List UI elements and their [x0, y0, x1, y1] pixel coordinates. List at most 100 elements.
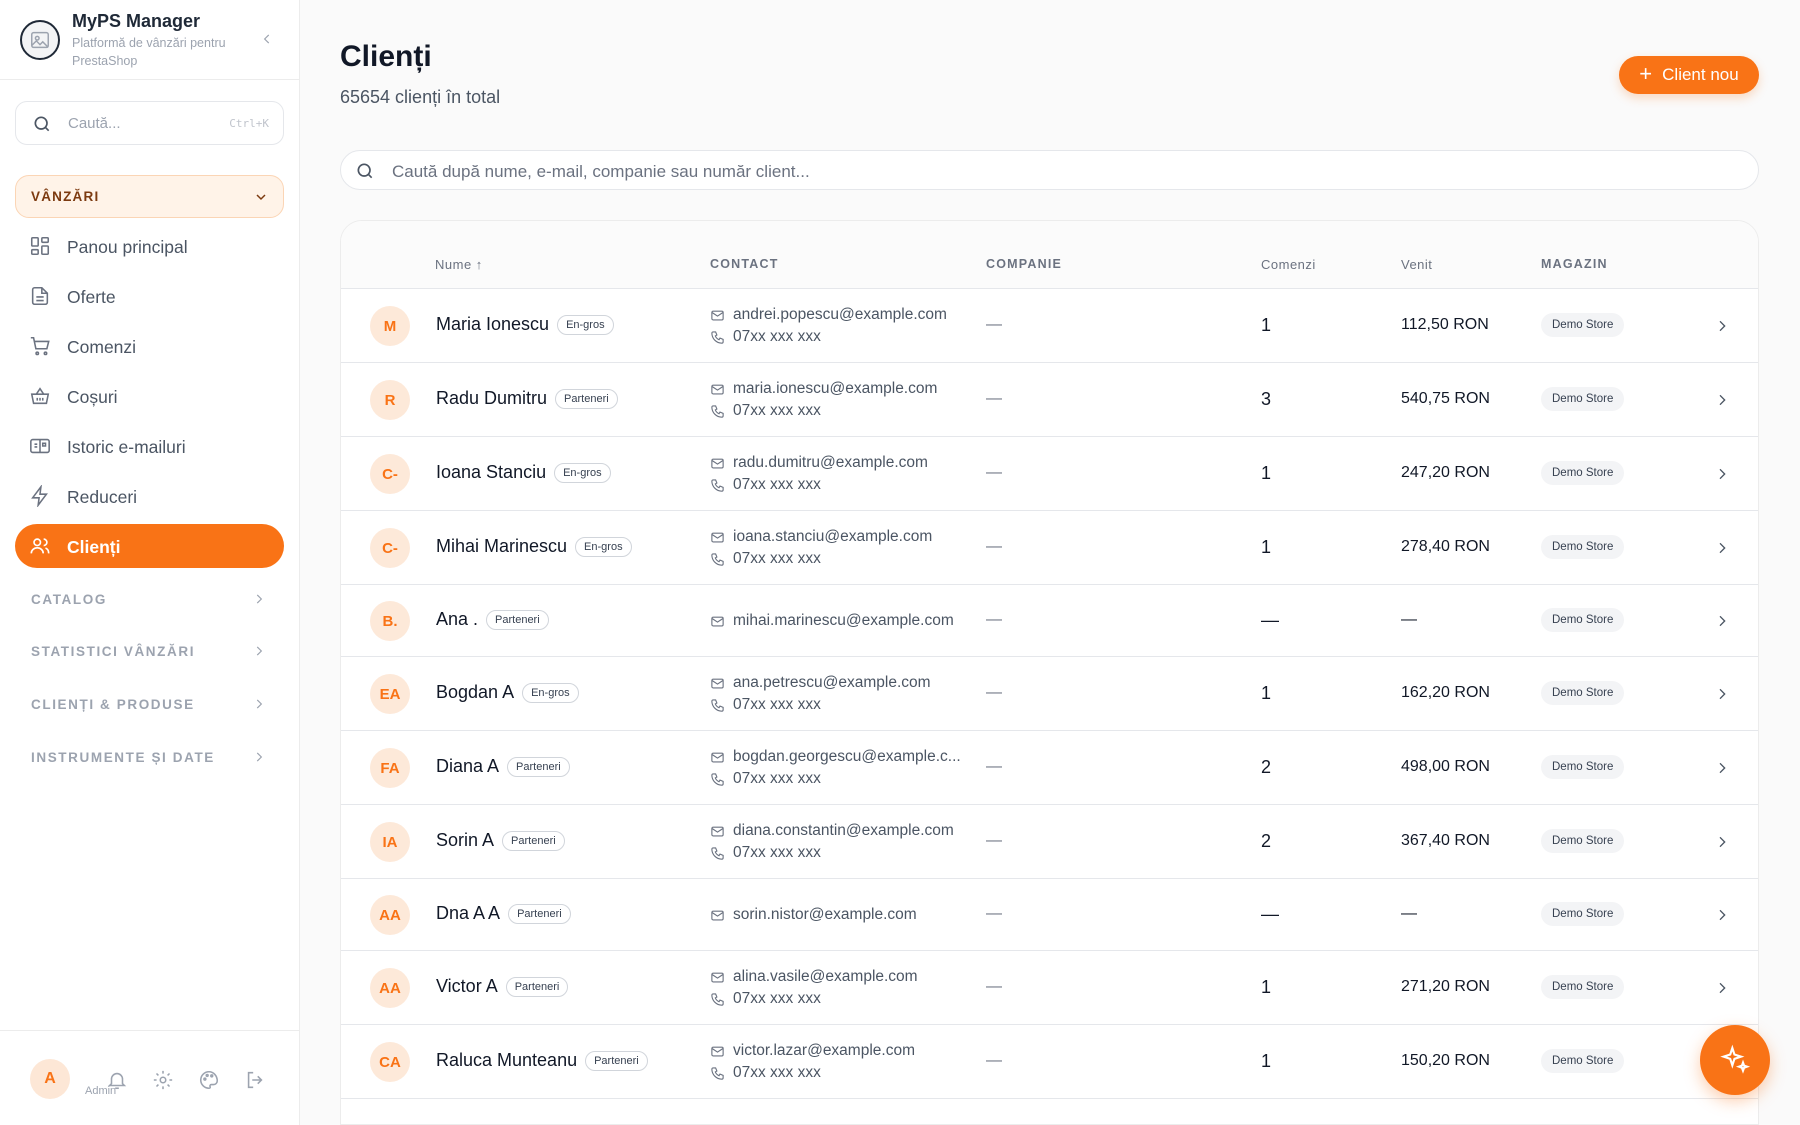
- phone-line[interactable]: 07xx xxx xxx: [710, 988, 918, 1010]
- client-search-input[interactable]: Caută după nume, e-mail, companie sau nu…: [340, 150, 1759, 190]
- dashboard-icon: [30, 236, 50, 256]
- table-row[interactable]: CA Raluca Munteanu Parteneri victor.lazar@e…: [341, 1025, 1758, 1099]
- collapse-sidebar-button[interactable]: [256, 28, 278, 50]
- email-line[interactable]: sorin.nistor@example.com: [710, 904, 917, 926]
- client-name-cell[interactable]: Mihai Marinescu En-gros: [436, 536, 632, 557]
- new-client-button[interactable]: + Client nou: [1619, 56, 1759, 94]
- section-catalog[interactable]: CATALOG: [15, 580, 284, 620]
- client-name-cell[interactable]: Ana . Parteneri: [436, 609, 549, 630]
- email-line[interactable]: maria.ionescu@example.com: [710, 378, 937, 400]
- client-name-cell[interactable]: Radu Dumitru Parteneri: [436, 388, 618, 409]
- sidebar-item-panou-principal[interactable]: Panou principal: [15, 224, 284, 268]
- table-row[interactable]: M Maria Ionescu En-gros andrei.popescu@exam…: [341, 289, 1758, 363]
- phone-line[interactable]: 07xx xxx xxx: [710, 842, 954, 864]
- sidebar-item-cosuri[interactable]: Coșuri: [15, 374, 284, 418]
- column-header-revenue[interactable]: Venit: [1401, 257, 1432, 272]
- sidebar-search-input[interactable]: Caută... Ctrl+K: [15, 101, 284, 145]
- email-line[interactable]: radu.dumitru@example.com: [710, 452, 928, 474]
- table-row[interactable]: EA Bogdan A En-gros ana.petrescu@example.co…: [341, 657, 1758, 731]
- chevron-right-icon[interactable]: [1714, 686, 1730, 702]
- chevron-right-icon[interactable]: [1714, 613, 1730, 629]
- client-group-tag: Parteneri: [507, 756, 570, 777]
- ai-assistant-button[interactable]: [1700, 1025, 1770, 1095]
- phone-line[interactable]: 07xx xxx xxx: [710, 548, 932, 570]
- table-row[interactable]: FA Diana A Parteneri bogdan.georgescu@examp…: [341, 731, 1758, 805]
- client-company: —: [986, 832, 1002, 849]
- logout-icon[interactable]: [244, 1069, 266, 1091]
- client-avatar: M: [370, 306, 410, 346]
- email-line[interactable]: alina.vasile@example.com: [710, 966, 918, 988]
- email-line[interactable]: ana.petrescu@example.com: [710, 672, 931, 694]
- phone-line[interactable]: 07xx xxx xxx: [710, 474, 928, 496]
- phone-line[interactable]: 07xx xxx xxx: [710, 326, 947, 348]
- chevron-right-icon[interactable]: [1714, 540, 1730, 556]
- phone-line[interactable]: 07xx xxx xxx: [710, 400, 937, 422]
- phone-line[interactable]: 07xx xxx xxx: [710, 694, 931, 716]
- client-name-cell[interactable]: Ioana Stanciu En-gros: [436, 462, 611, 483]
- client-name-cell[interactable]: Raluca Munteanu Parteneri: [436, 1050, 648, 1071]
- client-revenue: 247,20 RON: [1401, 464, 1490, 481]
- section-vanzari[interactable]: VÂNZĂRI: [15, 175, 284, 218]
- email-line[interactable]: andrei.popescu@example.com: [710, 304, 947, 326]
- table-row[interactable]: B. Ana . Parteneri mihai.marinescu@example.…: [341, 585, 1758, 657]
- chevron-right-icon[interactable]: [1714, 392, 1730, 408]
- email-line[interactable]: bogdan.georgescu@example.c...: [710, 746, 961, 768]
- chevron-right-icon[interactable]: [1714, 834, 1730, 850]
- client-name-cell[interactable]: Sorin A Parteneri: [436, 830, 565, 851]
- client-group-tag: Parteneri: [505, 976, 569, 997]
- table-row[interactable]: AA Victor A Parteneri alina.vasile@example.…: [341, 951, 1758, 1025]
- chevron-right-icon[interactable]: [1714, 760, 1730, 776]
- column-header-orders[interactable]: Comenzi: [1261, 257, 1316, 272]
- email-line[interactable]: victor.lazar@example.com: [710, 1040, 915, 1062]
- email-line[interactable]: diana.constantin@example.com: [710, 820, 954, 842]
- email-line[interactable]: ioana.stanciu@example.com: [710, 526, 932, 548]
- palette-icon[interactable]: [198, 1069, 220, 1091]
- client-revenue: 150,20 RON: [1401, 1052, 1490, 1069]
- client-group-tag: Parteneri: [502, 830, 565, 851]
- sidebar-item-label: Oferte: [67, 287, 116, 307]
- chevron-left-icon: [263, 34, 270, 44]
- table-row[interactable]: AA Dna A A Parteneri sorin.nistor@example.c…: [341, 879, 1758, 951]
- chevron-right-icon[interactable]: [1714, 907, 1730, 923]
- sidebar-item-label: Comenzi: [67, 337, 137, 357]
- sidebar-item-clienti[interactable]: Clienți: [15, 524, 284, 568]
- sidebar-item-istoric-emailuri[interactable]: Istoric e-mailuri: [15, 424, 284, 468]
- table-row[interactable]: C- Ioana Stanciu En-gros radu.dumitru@examp…: [341, 437, 1758, 511]
- chevron-right-icon: [256, 594, 263, 604]
- page-subtitle: 65654 clienți în total: [340, 87, 501, 107]
- column-header-name[interactable]: Nume ↑: [435, 257, 483, 272]
- table-row[interactable]: IA Sorin A Parteneri diana.constantin@examp…: [341, 805, 1758, 879]
- mail-icon: [711, 458, 724, 468]
- chevron-right-icon[interactable]: [1714, 980, 1730, 996]
- section-instrumente-date[interactable]: INSTRUMENTE ȘI DATE: [15, 738, 284, 778]
- client-orders: 1: [1261, 683, 1272, 703]
- client-name-cell[interactable]: Maria Ionescu En-gros: [436, 314, 614, 335]
- phone-line[interactable]: 07xx xxx xxx: [710, 1062, 915, 1084]
- section-statistici-vanzari[interactable]: STATISTICI VÂNZĂRI: [15, 632, 284, 672]
- search-shortcut: Ctrl+K: [229, 117, 269, 130]
- client-name-cell[interactable]: Diana A Parteneri: [436, 756, 570, 777]
- client-name-cell[interactable]: Dna A A Parteneri: [436, 903, 571, 924]
- sidebar-item-comenzi[interactable]: Comenzi: [15, 324, 284, 368]
- client-group-tag: En-gros: [575, 536, 632, 557]
- client-name-cell[interactable]: Victor A Parteneri: [436, 976, 569, 997]
- gear-icon[interactable]: [152, 1069, 174, 1091]
- contact-cell: maria.ionescu@example.com 07xx xxx xxx: [710, 378, 937, 422]
- client-avatar: C-: [370, 454, 410, 494]
- section-label: STATISTICI VÂNZĂRI: [31, 644, 196, 659]
- sidebar-item-reduceri[interactable]: Reduceri: [15, 474, 284, 518]
- user-avatar[interactable]: A: [30, 1059, 70, 1099]
- chevron-right-icon[interactable]: [1714, 318, 1730, 334]
- phone-line[interactable]: 07xx xxx xxx: [710, 768, 961, 790]
- chevron-right-icon[interactable]: [1714, 466, 1730, 482]
- clients-table: Nume ↑ CONTACT COMPANIE Comenzi Venit MA…: [340, 220, 1759, 1125]
- section-clienti-produse[interactable]: CLIENȚI & PRODUSE: [15, 685, 284, 725]
- table-row[interactable]: C- Mihai Marinescu En-gros ioana.stanciu@ex…: [341, 511, 1758, 585]
- sidebar-item-oferte[interactable]: Oferte: [15, 274, 284, 318]
- client-revenue: 271,20 RON: [1401, 978, 1490, 995]
- client-name-cell[interactable]: Bogdan A En-gros: [436, 682, 579, 703]
- email-line[interactable]: mihai.marinescu@example.com: [710, 610, 954, 632]
- table-row[interactable]: R Radu Dumitru Parteneri maria.ionescu@exam…: [341, 363, 1758, 437]
- client-orders: 2: [1261, 757, 1272, 777]
- client-group-tag: En-gros: [554, 462, 611, 483]
